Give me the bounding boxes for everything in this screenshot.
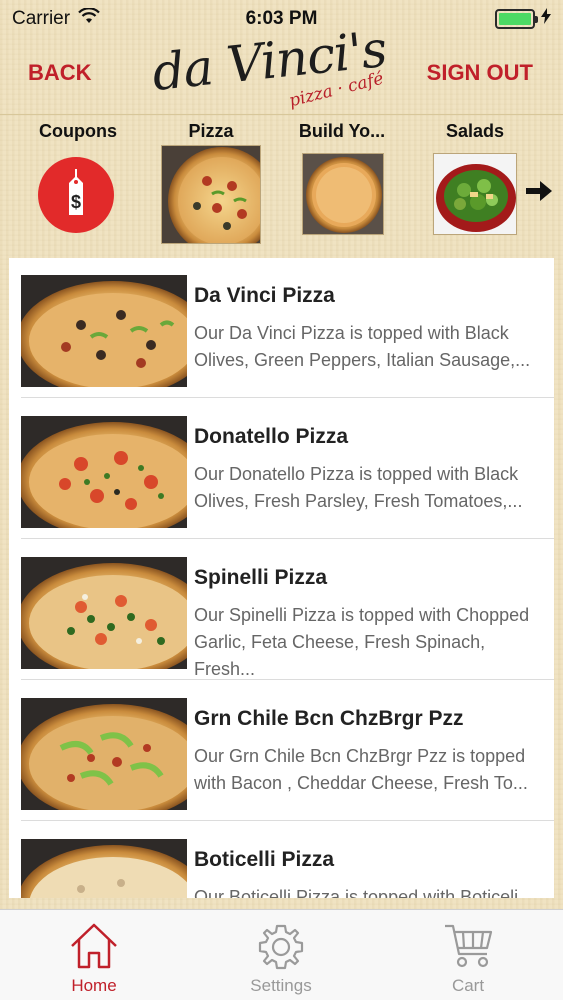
category-pizza[interactable]: Pizza xyxy=(160,115,262,257)
category-coupons[interactable]: Coupons $ xyxy=(38,115,118,257)
category-strip: Coupons $ Pizza Build Yo... Salads xyxy=(0,114,563,256)
menu-item-row[interactable]: Boticelli Pizza Our Boticelli Pizza is t… xyxy=(9,822,554,898)
salad-thumbnail xyxy=(433,153,517,235)
tab-cart[interactable]: Cart xyxy=(398,910,538,1000)
gear-icon xyxy=(256,922,306,977)
menu-item-row[interactable]: Grn Chile Bcn ChzBrgr Pzz Our Grn Chile … xyxy=(9,681,554,821)
menu-item-row[interactable]: Da Vinci Pizza Our Da Vinci Pizza is top… xyxy=(9,258,554,398)
davinci-logo: da Vinci's pizza · café xyxy=(148,20,416,114)
menu-item-row[interactable]: Donatello Pizza Our Donatello Pizza is t… xyxy=(9,399,554,539)
menu-item-description: Our Boticelli Pizza is topped with Botic… xyxy=(194,887,519,898)
price-tag-dollar-icon: $ xyxy=(38,157,114,233)
tab-label: Settings xyxy=(250,976,312,995)
category-label: Salads xyxy=(445,121,505,141)
status-right xyxy=(495,8,551,30)
menu-item-description: Our Grn Chile Bcn ChzBrgr Pzz is topped … xyxy=(194,746,528,793)
category-label: Coupons xyxy=(39,121,117,141)
row-divider xyxy=(21,538,554,539)
menu-item-image xyxy=(21,839,187,898)
menu-item-description: Our Da Vinci Pizza is topped with Black … xyxy=(194,323,531,370)
menu-item-title: Donatello Pizza xyxy=(194,425,349,448)
cheese-pizza-thumbnail xyxy=(302,153,384,235)
category-label: Build Yo... xyxy=(298,121,386,141)
menu-item-image xyxy=(21,557,187,669)
tab-settings[interactable]: Settings xyxy=(211,910,351,1000)
row-divider xyxy=(21,397,554,398)
menu-item-row[interactable]: Spinelli Pizza Our Spinelli Pizza is top… xyxy=(9,540,554,680)
tab-bar: Home Settings Cart xyxy=(0,909,563,1000)
carrier-label: Carrier xyxy=(12,8,71,29)
tab-home[interactable]: Home xyxy=(24,910,164,1000)
battery-level xyxy=(499,13,531,25)
cart-icon xyxy=(443,922,495,975)
category-salads[interactable]: Salads xyxy=(430,115,520,257)
svg-text:$: $ xyxy=(71,192,81,212)
row-divider xyxy=(21,820,554,821)
menu-item-description: Our Donatello Pizza is topped with Black… xyxy=(194,464,523,511)
pizza-thumbnail xyxy=(161,145,261,244)
category-build-your-own[interactable]: Build Yo... xyxy=(296,115,388,257)
menu-item-title: Grn Chile Bcn ChzBrgr Pzz xyxy=(194,707,464,730)
app-header: BACK da Vinci's pizza · café SIGN OUT xyxy=(0,20,563,114)
menu-item-image xyxy=(21,698,187,810)
menu-list: Da Vinci Pizza Our Da Vinci Pizza is top… xyxy=(9,258,554,898)
status-left: Carrier xyxy=(12,7,100,30)
menu-item-description: Our Spinelli Pizza is topped with Choppe… xyxy=(194,605,530,679)
category-label: Pizza xyxy=(188,121,234,141)
sign-out-button[interactable]: SIGN OUT xyxy=(427,60,533,86)
row-divider xyxy=(21,679,554,680)
wifi-icon xyxy=(78,7,100,30)
battery-icon xyxy=(495,9,538,29)
menu-item-image xyxy=(21,275,187,387)
menu-item-title: Spinelli Pizza xyxy=(194,566,328,589)
scroll-right-arrow-icon[interactable] xyxy=(526,179,554,208)
tab-label: Cart xyxy=(451,976,485,995)
charging-icon xyxy=(541,8,551,30)
home-icon xyxy=(69,922,119,975)
menu-item-title: Da Vinci Pizza xyxy=(194,284,335,307)
back-button[interactable]: BACK xyxy=(28,60,92,86)
tab-label: Home xyxy=(71,976,117,995)
menu-item-image xyxy=(21,416,187,528)
menu-item-title: Boticelli Pizza xyxy=(194,848,335,871)
